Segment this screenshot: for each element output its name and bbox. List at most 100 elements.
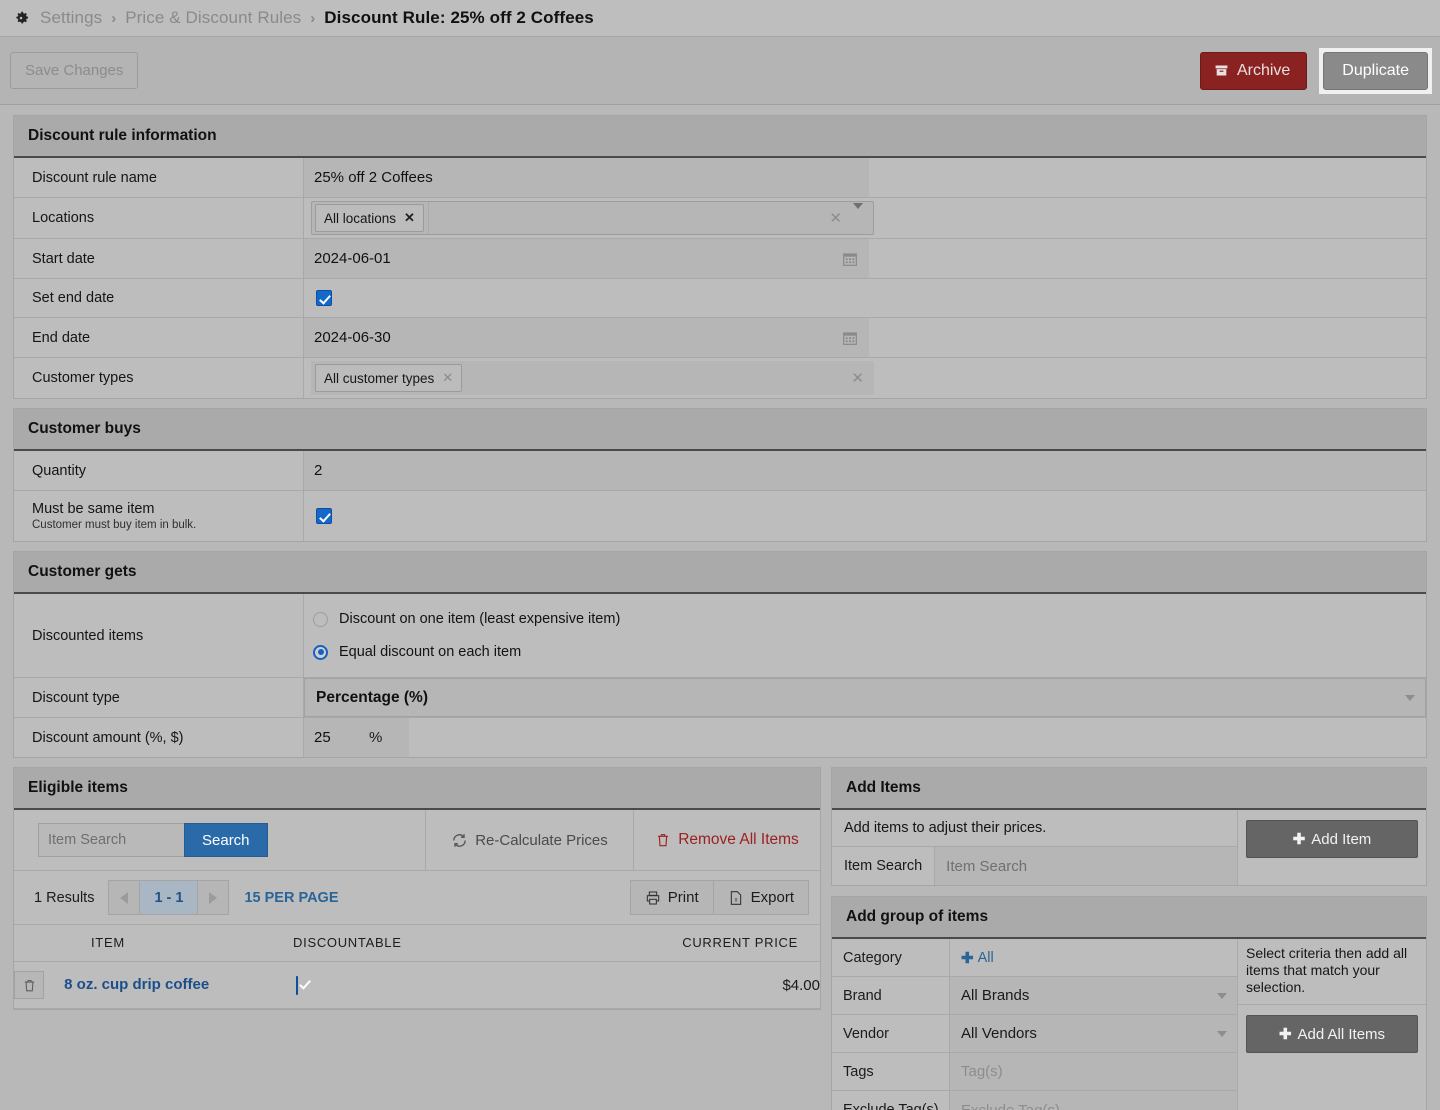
label-end-date: End date <box>14 318 304 357</box>
duplicate-button[interactable]: Duplicate <box>1323 51 1428 90</box>
discount-type-value: Percentage (%) <box>316 688 428 706</box>
locations-input-area[interactable] <box>427 202 820 234</box>
cell-item: 8 oz. cup drip coffee <box>14 961 294 1009</box>
pagination-row: 1 Results 1 - 1 15 PER PAGE Print x Expo… <box>14 871 820 925</box>
label-discount-amount: Discount amount (%, $) <box>14 718 304 757</box>
calendar-icon[interactable] <box>842 251 858 267</box>
add-item-label: Add Item <box>1311 830 1372 848</box>
add-all-items-button[interactable]: ✚ Add All Items <box>1246 1015 1418 1054</box>
archive-button[interactable]: Archive <box>1199 51 1308 90</box>
remove-all-items-label: Remove All Items <box>678 831 799 848</box>
must-be-same-item-checkbox[interactable] <box>316 508 332 524</box>
print-export-group: Print x Export <box>629 880 809 915</box>
set-end-date-checkbox[interactable] <box>316 290 332 306</box>
save-changes-button[interactable]: Save Changes <box>10 52 139 89</box>
discount-amount-input[interactable]: 25 <box>304 718 409 757</box>
label-locations: Locations <box>14 198 304 238</box>
chevron-down-icon <box>1217 1030 1227 1037</box>
delete-item-button[interactable] <box>14 971 44 999</box>
action-bar: Save Changes Archive Duplicate <box>0 37 1440 105</box>
label-brand: Brand <box>832 977 950 1014</box>
end-date-input[interactable]: 2024-06-30 <box>304 318 869 357</box>
radio-one-item-control[interactable] <box>313 611 328 627</box>
next-page-button[interactable] <box>198 881 229 914</box>
customer-types-input-area[interactable] <box>466 362 842 394</box>
recalculate-prices-button[interactable]: Re-Calculate Prices <box>426 810 634 870</box>
search-button[interactable]: Search <box>184 823 268 857</box>
eligible-items-panel: Eligible items Search <box>13 767 821 1010</box>
brand-select[interactable]: All Brands <box>950 977 1237 1014</box>
calendar-icon[interactable] <box>842 330 858 346</box>
start-date-input[interactable]: 2024-06-01 <box>304 239 869 278</box>
plus-icon: ✚ <box>1292 831 1306 848</box>
row-discount-rule-name: Discount rule name 25% off 2 Coffees <box>14 158 1426 198</box>
add-item-search-row: Item Search <box>832 847 1237 885</box>
gear-icon[interactable] <box>12 9 30 27</box>
label-customer-types: Customer types <box>14 358 304 398</box>
add-item-button[interactable]: ✚ Add Item <box>1246 820 1418 858</box>
must-be-same-item-title: Must be same item <box>32 501 155 517</box>
per-page-link[interactable]: 15 PER PAGE <box>244 890 338 906</box>
item-search-group: Search <box>14 810 425 870</box>
panel-title: Add group of items <box>832 897 1426 939</box>
locations-clear-icon[interactable]: ✕ <box>820 209 851 227</box>
pager: 1 - 1 <box>108 880 230 915</box>
row-category: Category ✚ All <box>832 939 1237 977</box>
item-name-link[interactable]: 8 oz. cup drip coffee <box>64 976 209 993</box>
tags-input[interactable]: Tag(s) <box>950 1053 1237 1090</box>
breadcrumb-item-settings[interactable]: Settings <box>40 8 102 28</box>
row-tags: Tags Tag(s) <box>832 1053 1237 1091</box>
category-all-label: All <box>977 949 994 966</box>
radio-option-equal-discount[interactable]: Equal discount on each item <box>313 640 521 664</box>
cell-discountable <box>293 961 624 1009</box>
end-date-value: 2024-06-30 <box>314 329 391 346</box>
quantity-input[interactable]: 2 <box>304 451 1426 490</box>
locations-chevron-down-icon[interactable] <box>851 203 873 227</box>
row-set-end-date: Set end date <box>14 279 1426 318</box>
add-items-right: ✚ Add Item <box>1238 810 1426 885</box>
breadcrumb-item-price-discount-rules[interactable]: Price & Discount Rules <box>125 8 301 28</box>
discountable-checkbox[interactable] <box>296 975 299 995</box>
excel-file-icon: x <box>728 890 744 906</box>
add-item-search-label: Item Search <box>832 847 936 885</box>
locations-chip-label: All locations <box>324 210 397 226</box>
locations-chip-remove-icon[interactable]: ✕ <box>404 210 415 226</box>
column-header-item: ITEM <box>14 925 294 962</box>
discount-amount-unit: % <box>369 729 383 746</box>
search-cell: Search <box>14 810 426 870</box>
panel-title: Customer buys <box>14 409 1426 451</box>
remove-all-items-button[interactable]: Remove All Items <box>634 810 820 870</box>
print-button[interactable]: Print <box>630 881 713 914</box>
label-discounted-items: Discounted items <box>14 594 304 677</box>
exclude-tags-input[interactable]: Exclude Tag(s) <box>950 1091 1237 1110</box>
customer-types-chip: All customer types ✕ <box>315 364 463 392</box>
label-discount-rule-name: Discount rule name <box>14 158 304 197</box>
cell-current-price: $4.00 <box>623 961 820 1009</box>
radio-option-one-item[interactable]: Discount on one item (least expensive it… <box>313 607 620 631</box>
customer-gets-panel: Customer gets Discounted items Discount … <box>13 551 1427 758</box>
row-customer-types: Customer types All customer types ✕ ✕ <box>14 358 1426 398</box>
label-must-be-same-item: Must be same item Customer must buy item… <box>14 491 304 541</box>
customer-types-clear-icon[interactable]: ✕ <box>842 369 873 387</box>
locations-multiselect[interactable]: All locations ✕ ✕ <box>311 201 874 235</box>
radio-equal-discount-control[interactable] <box>313 644 328 660</box>
add-items-panel: Add Items Add items to adjust their pric… <box>831 767 1427 886</box>
item-search-input[interactable] <box>38 823 184 857</box>
customer-types-chip-remove-icon[interactable]: ✕ <box>442 370 453 386</box>
discount-type-select[interactable]: Percentage (%) <box>304 678 1426 717</box>
customer-types-multiselect[interactable]: All customer types ✕ ✕ <box>311 361 874 395</box>
discount-rule-name-input[interactable]: 25% off 2 Coffees <box>304 158 869 197</box>
bottom-section: Eligible items Search <box>13 767 1427 1110</box>
current-page-range[interactable]: 1 - 1 <box>139 881 199 914</box>
vendor-select[interactable]: All Vendors <box>950 1015 1237 1052</box>
prev-page-button[interactable] <box>109 881 140 914</box>
category-add-all-link[interactable]: ✚ All <box>961 949 994 967</box>
customer-buys-panel: Customer buys Quantity 2 Must be same it… <box>13 408 1427 542</box>
add-items-left: Add items to adjust their prices. Item S… <box>832 810 1238 885</box>
add-item-search-input[interactable] <box>935 847 1237 885</box>
export-button[interactable]: x Export <box>712 881 808 914</box>
brand-value: All Brands <box>961 987 1030 1004</box>
archive-box-icon <box>1214 63 1229 78</box>
panel-title: Customer gets <box>14 552 1426 594</box>
table-row: 8 oz. cup drip coffee $4.00 <box>14 961 820 1009</box>
